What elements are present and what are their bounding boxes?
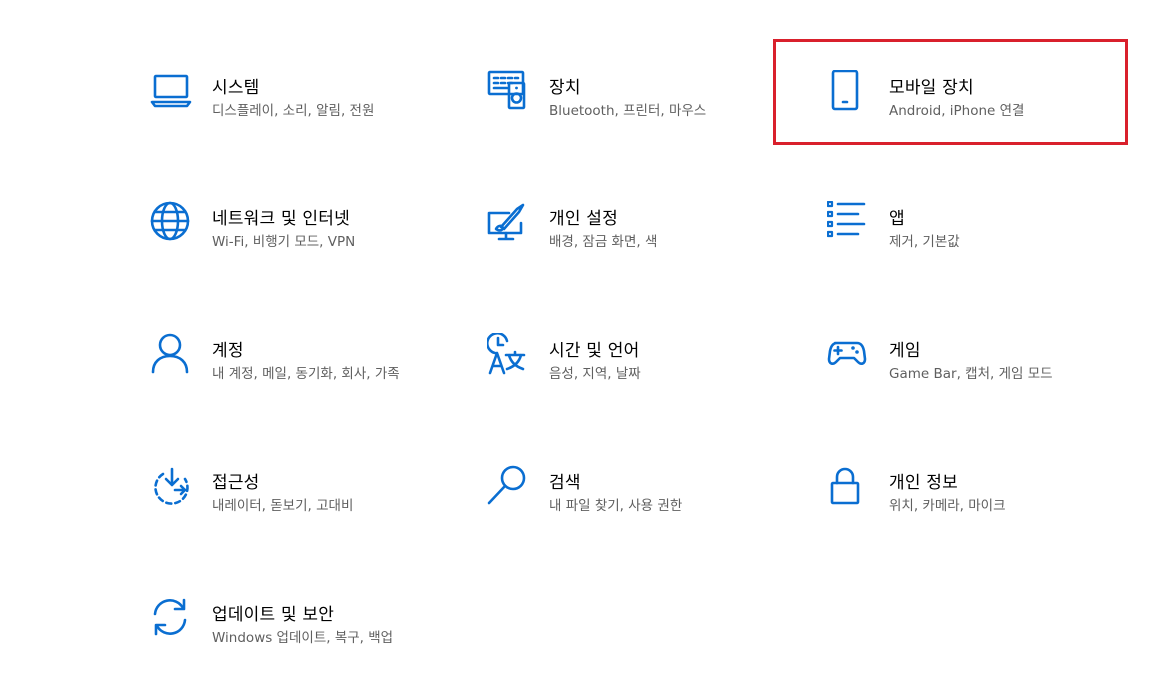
tile-description: 내 파일 찾기, 사용 권한 <box>549 498 683 514</box>
person-icon <box>150 333 194 377</box>
tile-description: 배경, 잠금 화면, 색 <box>549 234 658 250</box>
tile-title: 네트워크 및 인터넷 <box>212 209 350 229</box>
phone-icon <box>827 70 871 114</box>
lock-icon <box>827 465 871 509</box>
sync-icon <box>150 597 194 641</box>
tile-title: 업데이트 및 보안 <box>212 605 335 625</box>
tile-description: 내 계정, 메일, 동기화, 회사, 가족 <box>212 366 400 382</box>
devices-icon <box>487 70 531 114</box>
apps-list-icon <box>827 201 871 245</box>
tile-description: 내레이터, 돋보기, 고대비 <box>212 498 354 514</box>
tile-title: 게임 <box>889 341 921 361</box>
tile-title: 개인 설정 <box>549 209 618 229</box>
tile-time-language[interactable]: 시간 및 언어 음성, 지역, 날짜 <box>487 333 787 413</box>
tile-title: 시간 및 언어 <box>549 341 640 361</box>
tile-accounts[interactable]: 계정 내 계정, 메일, 동기화, 회사, 가족 <box>150 333 450 413</box>
time-language-icon <box>487 333 531 377</box>
tile-devices[interactable]: 장치 Bluetooth, 프린터, 마우스 <box>487 70 787 150</box>
tile-accessibility[interactable]: 접근성 내레이터, 돋보기, 고대비 <box>150 465 450 545</box>
tile-network[interactable]: 네트워크 및 인터넷 Wi-Fi, 비행기 모드, VPN <box>150 201 450 281</box>
tile-personalization[interactable]: 개인 설정 배경, 잠금 화면, 색 <box>487 201 787 281</box>
tile-title: 개인 정보 <box>889 473 958 493</box>
tile-description: Game Bar, 캡처, 게임 모드 <box>889 366 1053 382</box>
tile-title: 계정 <box>212 341 244 361</box>
tile-title: 장치 <box>549 78 581 98</box>
tile-description: Android, iPhone 연결 <box>889 103 1025 119</box>
tile-mobile-devices[interactable]: 모바일 장치 Android, iPhone 연결 <box>827 70 1127 150</box>
tile-description: Windows 업데이트, 복구, 백업 <box>212 630 394 646</box>
tile-title: 검색 <box>549 473 581 493</box>
tile-privacy[interactable]: 개인 정보 위치, 카메라, 마이크 <box>827 465 1127 545</box>
globe-icon <box>150 201 194 245</box>
tile-title: 모바일 장치 <box>889 78 974 98</box>
accessibility-icon <box>150 465 194 509</box>
tile-system[interactable]: 시스템 디스플레이, 소리, 알림, 전원 <box>150 70 450 150</box>
tile-title: 접근성 <box>212 473 260 493</box>
tile-title: 시스템 <box>212 78 260 98</box>
tile-search[interactable]: 검색 내 파일 찾기, 사용 권한 <box>487 465 787 545</box>
tile-description: Wi-Fi, 비행기 모드, VPN <box>212 234 356 250</box>
tile-apps[interactable]: 앱 제거, 기본값 <box>827 201 1127 281</box>
tile-update-security[interactable]: 업데이트 및 보안 Windows 업데이트, 복구, 백업 <box>150 597 450 677</box>
tile-description: 디스플레이, 소리, 알림, 전원 <box>212 103 375 119</box>
search-icon <box>487 465 531 509</box>
tile-description: Bluetooth, 프린터, 마우스 <box>549 103 707 119</box>
tile-description: 제거, 기본값 <box>889 234 960 250</box>
tile-description: 위치, 카메라, 마이크 <box>889 498 1006 514</box>
laptop-icon <box>150 70 194 114</box>
tile-description: 음성, 지역, 날짜 <box>549 366 641 382</box>
gamepad-icon <box>827 333 871 377</box>
tile-title: 앱 <box>889 209 905 229</box>
personalization-icon <box>487 201 531 245</box>
tile-gaming[interactable]: 게임 Game Bar, 캡처, 게임 모드 <box>827 333 1127 413</box>
